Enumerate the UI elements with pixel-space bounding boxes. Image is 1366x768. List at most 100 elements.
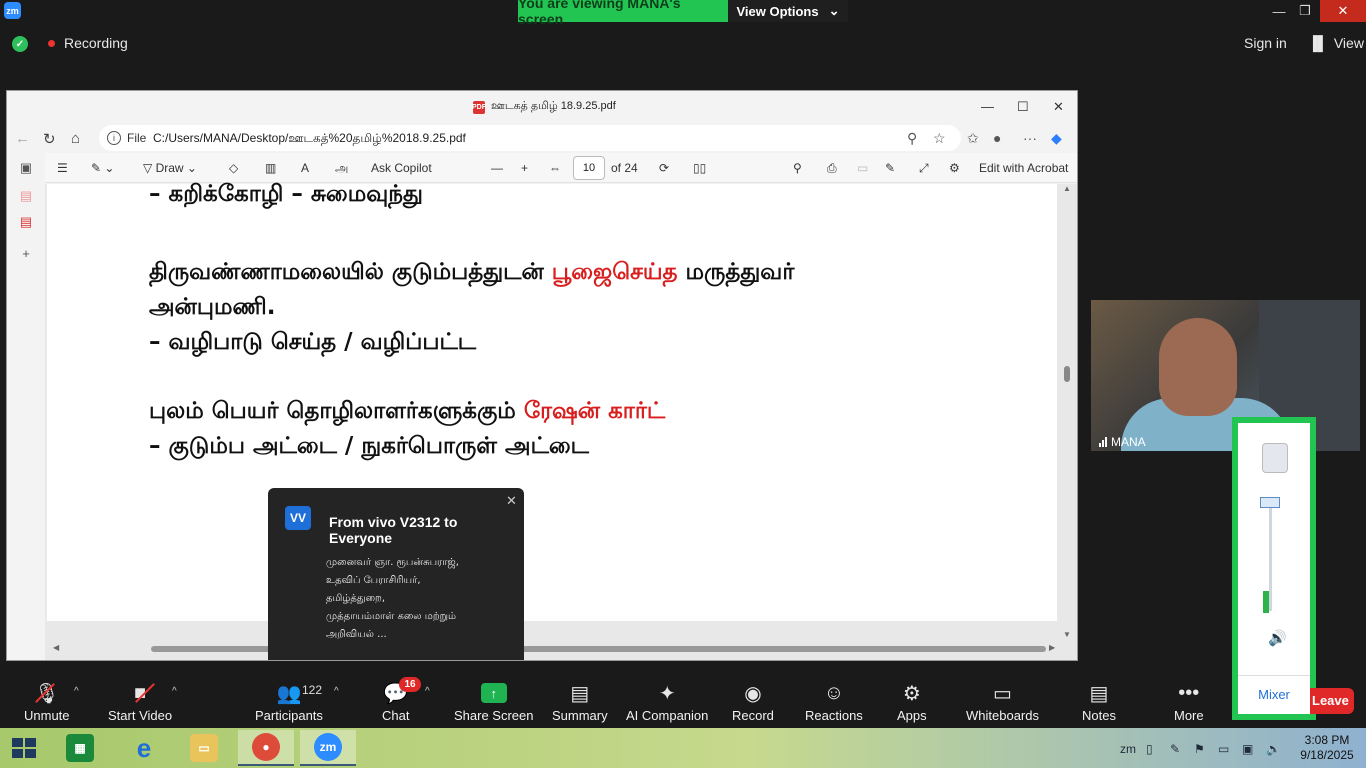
home-icon[interactable]: ⌂ bbox=[71, 130, 80, 147]
highlight-icon[interactable]: ✎ ⌄ bbox=[91, 161, 114, 175]
more-button[interactable]: ••• More bbox=[1174, 680, 1204, 724]
page-number-input[interactable]: 10 bbox=[573, 156, 605, 180]
apps-button[interactable]: ⚙ Apps bbox=[897, 680, 927, 724]
participants-label: Participants bbox=[255, 708, 323, 723]
zoom-tray-icon[interactable]: zm bbox=[1120, 742, 1136, 756]
close-icon[interactable]: ✕ bbox=[506, 493, 517, 509]
browser-close-icon[interactable]: ✕ bbox=[1053, 99, 1064, 115]
summary-button[interactable]: ▤ Summary bbox=[552, 680, 608, 724]
scroll-left-icon[interactable]: ◀ bbox=[53, 643, 59, 652]
browser-maximize-icon[interactable]: ☐ bbox=[1017, 99, 1029, 115]
pdf-viewer-area[interactable]: – கறிக்கோழி – சுமைவுந்து திருவண்ணாமலையில… bbox=[45, 181, 1077, 660]
signal-bars-icon bbox=[1099, 437, 1107, 447]
video-options-caret-icon[interactable]: ^ bbox=[172, 686, 177, 697]
eraser-icon[interactable]: ◇ bbox=[229, 161, 238, 175]
participants-icon: 👥 bbox=[276, 682, 302, 705]
participants-caret-icon[interactable]: ^ bbox=[334, 686, 339, 697]
start-video-button[interactable]: ■ Start Video bbox=[108, 680, 173, 724]
recording-label[interactable]: Recording bbox=[64, 35, 128, 51]
volume-slider[interactable] bbox=[1269, 503, 1272, 611]
copilot-icon[interactable]: ◆ bbox=[1051, 130, 1062, 147]
add-tab-icon[interactable]: + bbox=[19, 247, 33, 261]
ask-copilot-button[interactable]: Ask Copilot bbox=[371, 161, 432, 175]
print-icon[interactable]: ⎙ bbox=[827, 161, 837, 176]
view-options-button[interactable]: View Options ⌄ bbox=[728, 0, 848, 22]
tablet-tray-icon[interactable]: ▯ bbox=[1146, 742, 1153, 756]
read-aloud-icon[interactable]: A bbox=[301, 161, 309, 175]
settings-gear-icon[interactable]: ⚙ bbox=[949, 161, 960, 175]
taskbar-clock[interactable]: 3:08 PM 9/18/2025 bbox=[1292, 733, 1362, 763]
text-box-icon[interactable]: ▥ bbox=[265, 161, 276, 175]
view-button[interactable]: ▐▌ View bbox=[1308, 35, 1364, 51]
chrome-app-icon[interactable]: ● bbox=[238, 730, 294, 766]
ai-sparkle-icon: ✦ bbox=[658, 682, 676, 705]
back-arrow-icon[interactable]: ← bbox=[15, 130, 30, 147]
favorite-star-icon[interactable]: ☆ bbox=[933, 130, 946, 147]
windows-start-icon[interactable] bbox=[12, 738, 38, 760]
vertical-scroll-thumb[interactable] bbox=[1064, 366, 1070, 382]
zoom-app-icon[interactable]: zm bbox=[300, 730, 356, 766]
mixer-link[interactable]: Mixer bbox=[1238, 675, 1310, 714]
close-icon[interactable]: ✕ bbox=[1320, 0, 1366, 22]
share-screen-button[interactable]: ↑ Share Screen bbox=[454, 680, 534, 723]
internet-explorer-icon[interactable]: e bbox=[116, 730, 172, 766]
scroll-right-icon[interactable]: ▶ bbox=[1049, 643, 1055, 652]
flag-tray-icon[interactable]: ⚑ bbox=[1194, 742, 1205, 756]
ai-companion-button[interactable]: ✦ AI Companion bbox=[626, 680, 708, 724]
volume-slider-thumb[interactable] bbox=[1260, 497, 1280, 508]
save-as-icon[interactable]: ✎ bbox=[885, 161, 895, 175]
volume-tray-icon[interactable]: 🔈 bbox=[1266, 742, 1281, 756]
audio-options-caret-icon[interactable]: ^ bbox=[74, 686, 79, 697]
chat-caret-icon[interactable]: ^ bbox=[425, 686, 430, 697]
favorites-icon[interactable]: ✩ bbox=[967, 130, 979, 147]
scroll-down-icon[interactable]: ▼ bbox=[1063, 630, 1071, 639]
pen-tray-icon[interactable]: ✎ bbox=[1170, 742, 1180, 756]
sidebar-pdf-tab-icon[interactable]: ▤ bbox=[19, 189, 33, 203]
notes-button[interactable]: ▤ Notes bbox=[1082, 680, 1116, 724]
browser-minimize-icon[interactable]: — bbox=[981, 99, 994, 114]
sign-in-link[interactable]: Sign in bbox=[1244, 35, 1287, 51]
draw-label: Draw bbox=[155, 161, 184, 175]
more-dots-icon[interactable]: ··· bbox=[1023, 130, 1037, 146]
chat-notification-popup[interactable]: ✕ VV From vivo V2312 to Everyone முனைவர்… bbox=[268, 488, 524, 660]
network-tray-icon[interactable]: ▣ bbox=[1242, 742, 1253, 756]
page-view-icon[interactable]: ▯▯ bbox=[693, 161, 706, 175]
refresh-icon[interactable]: ↻ bbox=[43, 130, 56, 148]
save-icon[interactable]: ▭ bbox=[857, 161, 868, 175]
contents-list-icon[interactable]: ☰ bbox=[57, 161, 68, 175]
speaker-icon[interactable]: 🔊 bbox=[1268, 629, 1287, 647]
tab-actions-icon[interactable]: ▣ bbox=[19, 161, 33, 175]
fit-page-icon[interactable]: ⇔ bbox=[549, 161, 561, 175]
volume-level-meter bbox=[1263, 591, 1269, 613]
pdf-file-icon: PDF bbox=[472, 100, 486, 114]
fullscreen-icon[interactable]: ⤢ bbox=[919, 161, 929, 176]
scroll-up-icon[interactable]: ▲ bbox=[1063, 184, 1071, 193]
restore-icon[interactable]: ❐ bbox=[1290, 0, 1320, 22]
zoom-out-icon[interactable]: — bbox=[491, 161, 503, 175]
rotate-icon[interactable]: ⟳ bbox=[659, 161, 669, 175]
speaker-device-icon[interactable] bbox=[1262, 443, 1288, 473]
reactions-button[interactable]: ☺ Reactions bbox=[805, 680, 863, 724]
address-input[interactable]: i File C:/Users/MANA/Desktop/ஊடகத்%20தமி… bbox=[99, 125, 961, 151]
zoom-search-icon[interactable]: ⚲ bbox=[907, 130, 917, 147]
sidebar-active-pdf-tab-icon[interactable]: ▤ bbox=[19, 215, 33, 229]
whiteboards-button[interactable]: ▭ Whiteboards bbox=[966, 680, 1039, 724]
vertical-scrollbar[interactable]: ▲ ▼ bbox=[1059, 184, 1075, 644]
record-button[interactable]: ◉ Record bbox=[732, 680, 774, 724]
edit-with-acrobat-button[interactable]: Edit with Acrobat bbox=[979, 161, 1068, 175]
leave-button[interactable]: Leave bbox=[1310, 688, 1354, 714]
start-video-label: Start Video bbox=[108, 708, 173, 723]
search-icon[interactable]: ⚲ bbox=[793, 161, 802, 175]
participant-video-tile[interactable]: MANA bbox=[1091, 300, 1360, 451]
battery-tray-icon[interactable]: ▭ bbox=[1218, 742, 1229, 756]
info-icon[interactable]: i bbox=[107, 131, 121, 145]
unmute-button[interactable]: 🎙 Unmute bbox=[24, 680, 70, 724]
store-app-icon[interactable]: ▦ bbox=[52, 730, 108, 766]
draw-button[interactable]: ▽ Draw ⌄ bbox=[143, 161, 197, 175]
security-shield-icon[interactable]: ✓ bbox=[12, 36, 28, 52]
translate-icon[interactable]: அ bbox=[335, 161, 348, 177]
horizontal-scrollbar[interactable]: ◀ ▶ bbox=[53, 643, 1057, 655]
profile-avatar-icon[interactable]: ● bbox=[993, 130, 1001, 146]
file-explorer-icon[interactable]: ▭ bbox=[176, 730, 232, 766]
zoom-in-icon[interactable]: + bbox=[521, 161, 528, 175]
